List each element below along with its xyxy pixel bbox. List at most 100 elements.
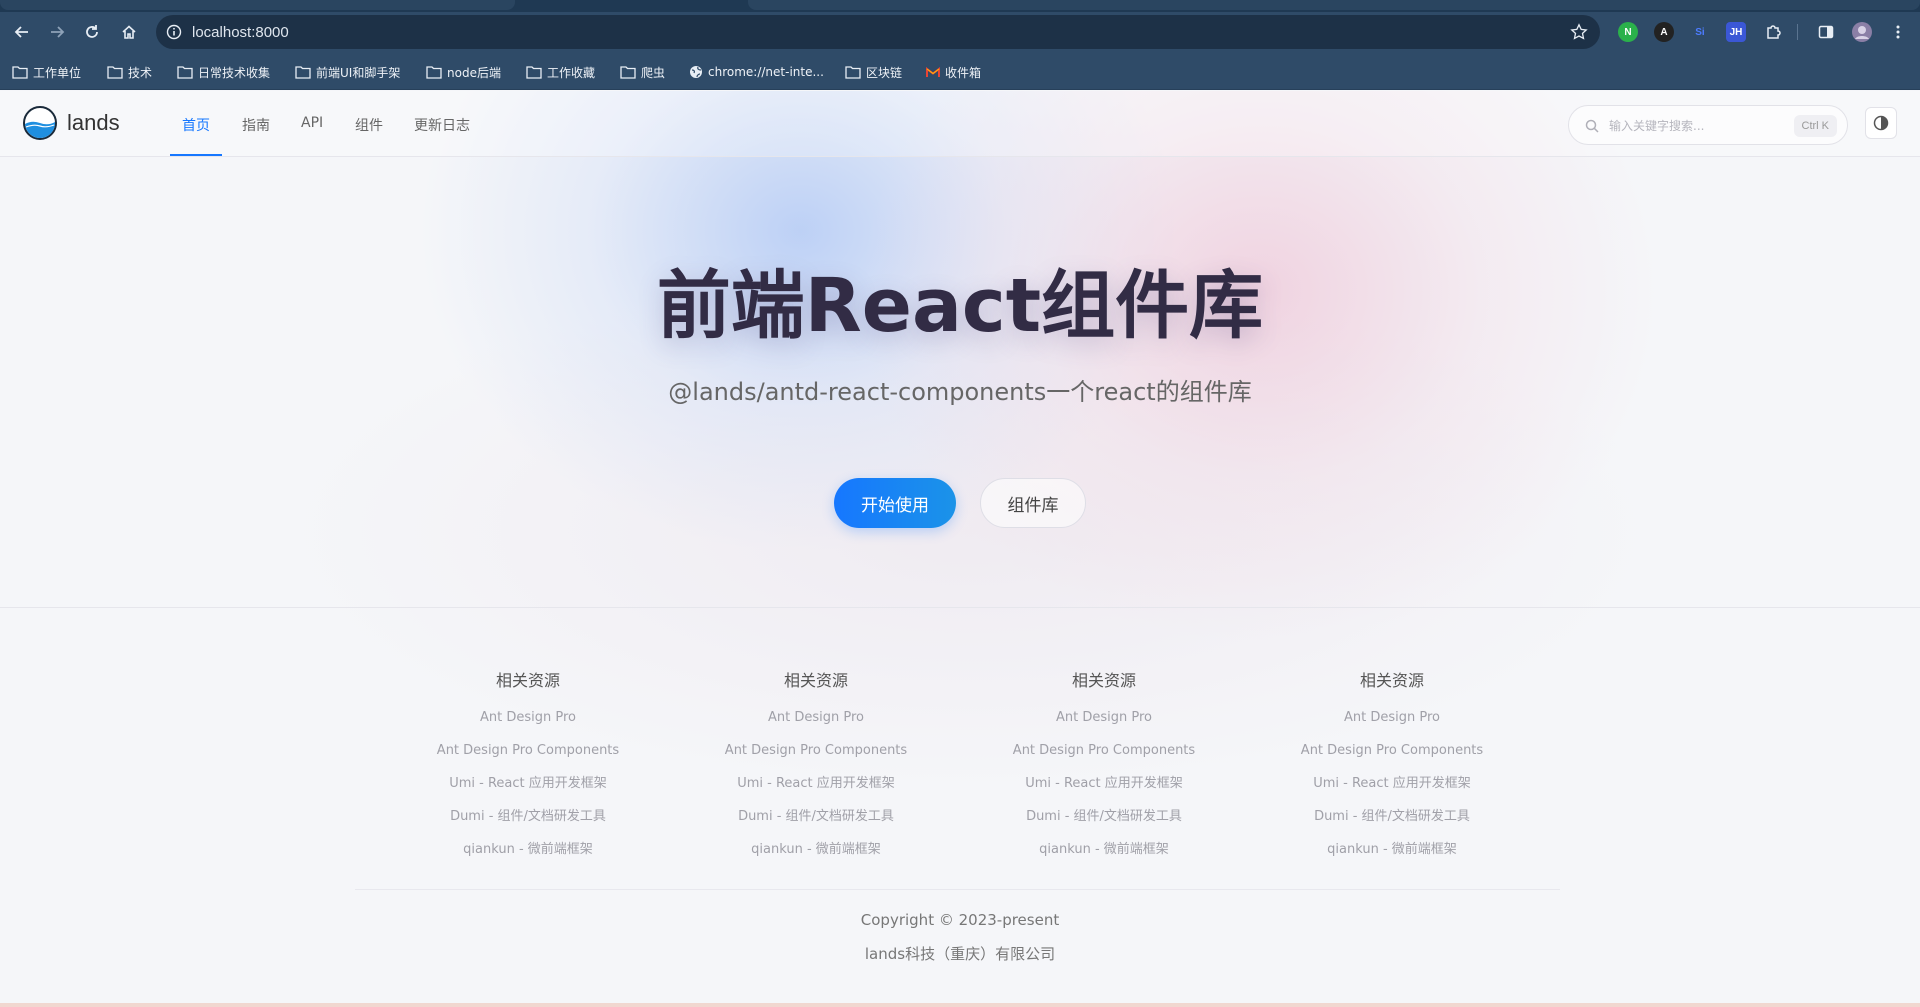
footer-link[interactable]: Umi - React 应用开发框架 xyxy=(408,767,648,800)
bookmark-folder[interactable]: 日常技术收集 xyxy=(177,62,270,82)
kebab-menu-icon xyxy=(1896,25,1900,39)
footer-link[interactable]: Dumi - 组件/文档研发工具 xyxy=(696,800,936,833)
footer-column-title: 相关资源 xyxy=(1359,671,1424,690)
footer-link[interactable]: Ant Design Pro xyxy=(984,701,1224,734)
bookmark-folder[interactable]: 工作单位 xyxy=(12,62,81,82)
reload-icon xyxy=(86,25,98,38)
footer-link[interactable]: qiankun - 微前端框架 xyxy=(696,833,936,866)
components-button[interactable]: 组件库 xyxy=(980,478,1086,528)
footer-link[interactable]: Ant Design Pro Components xyxy=(1272,734,1512,767)
footer-link[interactable]: qiankun - 微前端框架 xyxy=(1272,833,1512,866)
nav-item-guide[interactable]: 指南 xyxy=(242,115,270,135)
bookmark-label: 区块链 xyxy=(866,65,903,80)
footer-column-title: 相关资源 xyxy=(495,671,560,690)
footer-column: 相关资源 Ant Design Pro Ant Design Pro Compo… xyxy=(696,667,936,866)
footer-link[interactable]: Umi - React 应用开发框架 xyxy=(984,767,1224,800)
profile-avatar[interactable] xyxy=(1850,20,1874,44)
back-button[interactable] xyxy=(10,20,34,44)
nav-item-changelog[interactable]: 更新日志 xyxy=(414,115,470,135)
footer-link[interactable]: Ant Design Pro xyxy=(408,701,648,734)
bookmark-label: 工作收藏 xyxy=(547,65,596,80)
extension-green-icon[interactable]: N xyxy=(1618,22,1638,42)
extension-jh-icon[interactable]: JH xyxy=(1726,22,1746,42)
folder-icon xyxy=(526,66,542,79)
nav-item-api[interactable]: API xyxy=(301,115,323,131)
toolbar-divider xyxy=(1797,24,1798,40)
extension-dark-icon[interactable]: A xyxy=(1654,22,1674,42)
brand-name[interactable]: lands xyxy=(67,110,120,136)
bookmark-label: 前端UI和脚手架 xyxy=(316,65,401,80)
bottom-accent-line xyxy=(0,1003,1920,1007)
bookmark-link[interactable]: chrome://net-inte... xyxy=(689,62,824,82)
footer-link[interactable]: qiankun - 微前端框架 xyxy=(984,833,1224,866)
search-icon xyxy=(1585,119,1599,133)
theme-toggle-icon xyxy=(1873,115,1889,131)
address-bar[interactable]: localhost:8000 xyxy=(156,15,1600,49)
footer-column: 相关资源 Ant Design Pro Ant Design Pro Compo… xyxy=(408,667,648,866)
folder-icon xyxy=(620,66,636,79)
footer-link[interactable]: Ant Design Pro Components xyxy=(984,734,1224,767)
search-input[interactable] xyxy=(1609,115,1779,137)
puzzle-icon xyxy=(1767,25,1781,39)
footer-column-title: 相关资源 xyxy=(1071,671,1136,690)
site-info-icon[interactable] xyxy=(166,24,182,40)
folder-icon xyxy=(177,66,193,79)
bookmark-label: 工作单位 xyxy=(33,65,82,80)
footer-link[interactable]: Ant Design Pro Components xyxy=(408,734,648,767)
footer-divider xyxy=(355,889,1560,890)
bookmark-folder[interactable]: node后端 xyxy=(426,62,501,82)
get-started-button[interactable]: 开始使用 xyxy=(834,478,956,528)
forward-arrow-icon xyxy=(51,26,65,38)
footer-link[interactable]: Dumi - 组件/文档研发工具 xyxy=(984,800,1224,833)
nav-item-home[interactable]: 首页 xyxy=(182,115,210,135)
bookmark-folder[interactable]: 技术 xyxy=(107,62,152,82)
site-header: lands 首页 指南 API 组件 更新日志 Ctrl K xyxy=(0,91,1920,157)
footer-link[interactable]: Dumi - 组件/文档研发工具 xyxy=(408,800,648,833)
bookmark-folder[interactable]: 前端UI和脚手架 xyxy=(295,62,400,82)
bookmark-label: node后端 xyxy=(447,65,501,80)
footer-link[interactable]: Umi - React 应用开发框架 xyxy=(1272,767,1512,800)
bookmark-folder[interactable]: 区块链 xyxy=(845,62,902,82)
footer-column: 相关资源 Ant Design Pro Ant Design Pro Compo… xyxy=(1272,667,1512,866)
browser-menu-button[interactable] xyxy=(1886,20,1910,44)
side-panel-button[interactable] xyxy=(1814,20,1838,44)
home-icon xyxy=(122,25,136,39)
url-text[interactable]: localhost:8000 xyxy=(192,24,289,41)
footer-link[interactable]: Dumi - 组件/文档研发工具 xyxy=(1272,800,1512,833)
logo-icon[interactable] xyxy=(22,105,58,141)
footer-link[interactable]: Ant Design Pro xyxy=(1272,701,1512,734)
folder-icon xyxy=(295,66,311,79)
footer-column-title: 相关资源 xyxy=(783,671,848,690)
extension-si-icon[interactable]: Si xyxy=(1690,22,1710,42)
bookmark-folder[interactable]: 爬虫 xyxy=(620,62,665,82)
folder-icon xyxy=(426,66,442,79)
home-button[interactable] xyxy=(117,20,141,44)
forward-button[interactable] xyxy=(45,20,69,44)
browser-tab[interactable] xyxy=(0,0,515,10)
theme-toggle-button[interactable] xyxy=(1865,107,1897,139)
extensions-button[interactable] xyxy=(1762,20,1786,44)
footer-link[interactable]: Umi - React 应用开发框架 xyxy=(696,767,936,800)
bookmark-label: 爬虫 xyxy=(641,65,666,80)
page-content: lands 首页 指南 API 组件 更新日志 Ctrl K 前端React组件… xyxy=(0,91,1920,1007)
search-box[interactable]: Ctrl K xyxy=(1568,105,1848,145)
hero-title: 前端React组件库 xyxy=(656,263,1264,349)
browser-tab[interactable] xyxy=(748,0,1920,10)
bookmark-label: 收件箱 xyxy=(945,65,982,80)
hero-subtitle: @lands/antd-react-components一个react的组件库 xyxy=(668,378,1252,406)
folder-icon xyxy=(12,66,28,79)
company-name: lands科技（重庆）有限公司 xyxy=(864,945,1056,963)
footer-link[interactable]: Ant Design Pro xyxy=(696,701,936,734)
bookmark-folder[interactable]: 工作收藏 xyxy=(526,62,595,82)
bookmark-link[interactable]: 收件箱 xyxy=(926,62,981,82)
bookmark-label: 日常技术收集 xyxy=(198,65,271,80)
footer-link[interactable]: Ant Design Pro Components xyxy=(696,734,936,767)
footer-link[interactable]: qiankun - 微前端框架 xyxy=(408,833,648,866)
active-nav-indicator xyxy=(170,154,222,156)
reload-button[interactable] xyxy=(80,20,104,44)
back-arrow-icon xyxy=(14,26,28,38)
folder-icon xyxy=(107,66,123,79)
globe-icon xyxy=(690,66,702,78)
bookmark-star-icon[interactable] xyxy=(1570,23,1588,41)
nav-item-components[interactable]: 组件 xyxy=(355,115,383,135)
